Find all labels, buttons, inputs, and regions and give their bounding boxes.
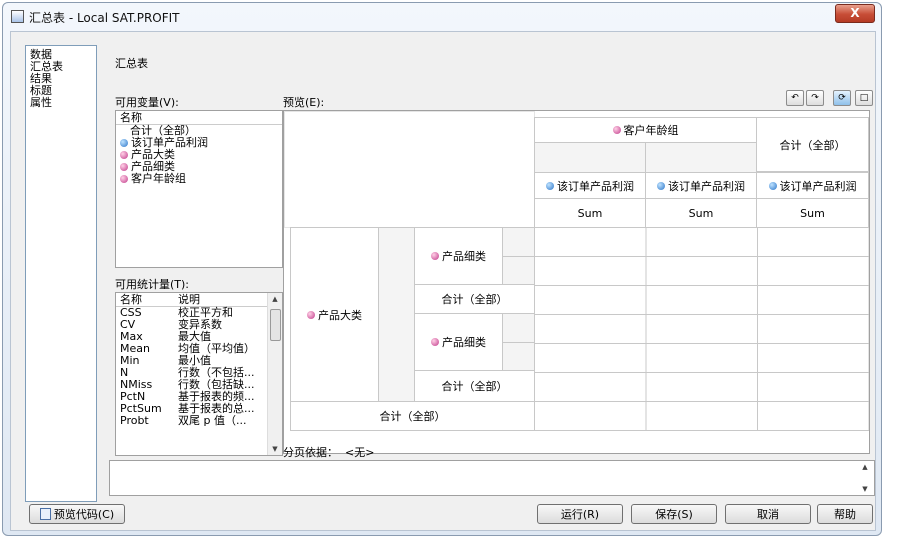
page-title: 汇总表: [115, 57, 148, 70]
measure-icon: [657, 181, 665, 190]
variables-list[interactable]: 名称 合计（全部） 该订单产品利润 产品大类 产品细类 客户年龄组: [115, 110, 283, 268]
category-icon: [612, 126, 621, 134]
row-sub-blank: [502, 313, 535, 343]
row-group-header[interactable]: 产品大类: [290, 227, 379, 402]
scroll-up-icon[interactable]: ▲: [858, 463, 872, 471]
undo-icon[interactable]: ↶: [786, 90, 804, 106]
row-sub-blank: [502, 256, 535, 285]
stat-header[interactable]: Sum: [534, 198, 646, 228]
scroll-thumb[interactable]: [270, 309, 281, 341]
scroll-up-icon[interactable]: ▲: [268, 295, 282, 303]
statistics-scrollbar[interactable]: ▲ ▼: [267, 293, 282, 455]
close-button[interactable]: X: [835, 4, 875, 23]
data-grid: [534, 227, 869, 431]
variables-label: 可用变量(V):: [115, 96, 179, 109]
stat-header[interactable]: Sum: [756, 198, 869, 228]
cancel-button[interactable]: 取消: [725, 504, 811, 524]
category-icon: [120, 163, 128, 171]
measure-header[interactable]: 该订单产品利润: [645, 172, 757, 199]
category-icon: [120, 151, 128, 159]
document-icon: [39, 508, 51, 520]
dialog-window: 汇总表 - Local SAT.PROFIT X 数据 汇总表 结果 标题 属性…: [2, 2, 882, 536]
preview-code-button[interactable]: 预览代码(C): [29, 504, 125, 524]
corner-cell: [284, 111, 535, 228]
statistic-row[interactable]: Probt 双尾 p 值（...: [116, 415, 282, 427]
row-sub-header[interactable]: 产品细类: [414, 227, 503, 285]
category-icon: [431, 252, 439, 260]
row-group-blank: [378, 227, 415, 402]
measure-icon: [546, 181, 554, 190]
measure-icon: [768, 181, 777, 190]
refresh-icon[interactable]: ⟳: [833, 90, 851, 106]
preview-label: 预览(E):: [283, 96, 325, 109]
category-icon: [120, 175, 128, 183]
column-group-blank: [534, 142, 646, 173]
dialog-body: 数据 汇总表 结果 标题 属性 汇总表 可用变量(V): 名称 合计（全部） 该…: [10, 31, 876, 531]
statistics-header: 名称 说明: [116, 293, 282, 307]
row-sub-blank: [502, 342, 535, 371]
column-group-header[interactable]: 客户年龄组: [534, 117, 757, 143]
page-by-label: 分页依据： <无>: [283, 446, 375, 459]
variable-item-age-group[interactable]: 客户年龄组: [116, 173, 282, 185]
run-button[interactable]: 运行(R): [537, 504, 623, 524]
row-subtotal[interactable]: 合计（全部）: [414, 284, 535, 314]
measure-header[interactable]: 该订单产品利润: [756, 172, 869, 199]
row-sub-header[interactable]: 产品细类: [414, 313, 503, 371]
category-icon: [307, 310, 315, 319]
measure-icon: [120, 139, 128, 147]
statistics-label: 可用统计量(T):: [115, 278, 190, 291]
preview-table[interactable]: 客户年龄组 合计（全部） 该订单产品利润 该订单产品利润 该订单产品利润 Sum…: [283, 110, 870, 454]
column-total-header[interactable]: 合计（全部）: [756, 117, 869, 172]
message-area[interactable]: ▲ ▼: [109, 460, 875, 496]
row-subtotal[interactable]: 合计（全部）: [414, 370, 535, 402]
stat-header[interactable]: Sum: [645, 198, 757, 228]
scroll-down-icon[interactable]: ▼: [268, 445, 282, 453]
measure-header[interactable]: 该订单产品利润: [534, 172, 646, 199]
page-by-value[interactable]: <无>: [345, 446, 374, 459]
nav-panel: 数据 汇总表 结果 标题 属性: [25, 45, 97, 502]
variables-header: 名称: [116, 111, 282, 125]
window-title: 汇总表 - Local SAT.PROFIT: [29, 11, 180, 25]
table-icon: [11, 10, 24, 23]
redo-icon[interactable]: ↷: [806, 90, 824, 106]
save-button[interactable]: 保存(S): [631, 504, 717, 524]
title-bar[interactable]: 汇总表 - Local SAT.PROFIT X: [3, 3, 881, 29]
scroll-down-icon[interactable]: ▼: [858, 485, 872, 493]
maximize-icon[interactable]: □: [855, 90, 873, 106]
nav-item-properties[interactable]: 属性: [26, 97, 96, 109]
column-group-blank: [645, 142, 757, 173]
row-sub-blank: [502, 227, 535, 257]
category-icon: [431, 338, 439, 346]
statistics-list[interactable]: 名称 说明 CSS 校正平方和 CV 变异系数 Max 最大值 Mean 均值（平均值） …: [115, 292, 283, 456]
row-grand-total[interactable]: 合计（全部）: [290, 401, 535, 431]
help-button[interactable]: 帮助: [817, 504, 873, 524]
